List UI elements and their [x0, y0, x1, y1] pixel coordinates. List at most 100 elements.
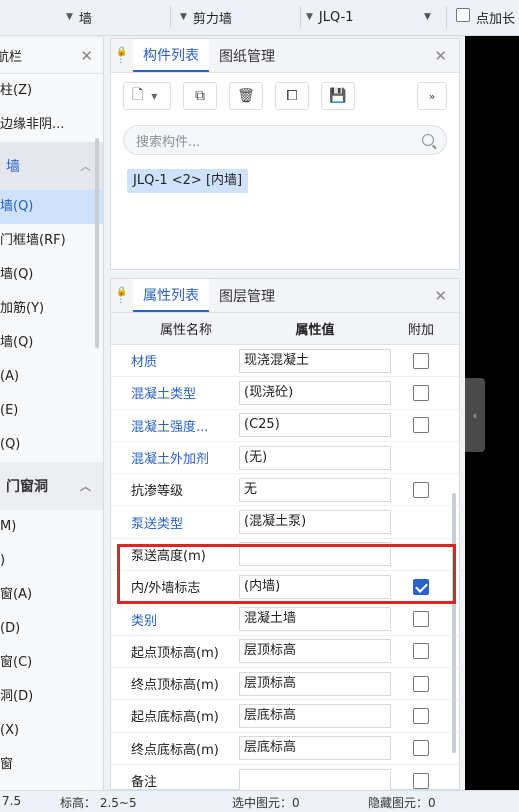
nav-item[interactable]: 加筋(Y): [0, 292, 103, 326]
chevron-up-icon: ︿: [80, 160, 91, 173]
nav-item[interactable]: M): [0, 510, 103, 544]
property-value-input[interactable]: (无): [239, 445, 391, 470]
component-list-panel: 🔒 ⋮ 构件列表 图纸管理 ✕ 🗋 ▼ ⧉ 🗑 ⧠ 💾 » 搜索构件... JLQ…: [110, 38, 460, 270]
property-value-input[interactable]: 层顶标高: [239, 639, 391, 664]
attach-checkbox[interactable]: [413, 772, 429, 789]
nav-item[interactable]: 窗: [0, 748, 103, 782]
component-panel-tabs: 🔒 ⋮ 构件列表 图纸管理 ✕: [111, 39, 459, 73]
search-input[interactable]: 搜索构件...: [123, 125, 447, 155]
attach-checkbox[interactable]: [413, 481, 429, 498]
property-value-input[interactable]: 层底标高: [239, 703, 391, 728]
tab-drawing-management[interactable]: 图纸管理: [209, 39, 285, 72]
component-list-item[interactable]: JLQ-1 <2> [内墙]: [127, 169, 249, 193]
nav-item[interactable]: 墙(Q): [0, 258, 103, 292]
copy-component-button[interactable]: ⧉: [183, 82, 217, 110]
layers-icon: ⧠: [286, 88, 298, 104]
duplicate-layer-button[interactable]: ⧠: [275, 82, 309, 110]
property-value-input[interactable]: 层底标高: [239, 736, 391, 761]
property-name: 终点顶标高(m): [131, 678, 219, 694]
component-select[interactable]: ▼ JLQ-1: [306, 5, 354, 29]
attach-checkbox[interactable]: [413, 675, 429, 692]
attach-checkbox[interactable]: [413, 740, 429, 757]
property-name[interactable]: 混凝土外加剂: [111, 448, 237, 467]
nav-item[interactable]: (A): [0, 360, 103, 394]
property-value-input[interactable]: [239, 542, 391, 567]
nav-item[interactable]: 门框墙(RF): [0, 224, 103, 258]
attach-checkbox[interactable]: [413, 611, 429, 628]
close-icon[interactable]: ✕: [434, 287, 447, 305]
properties-scrollbar[interactable]: [452, 493, 456, 753]
collapse-handle[interactable]: ‹: [465, 378, 485, 452]
table-row: 混凝土强度... (C25): [111, 410, 459, 442]
property-name[interactable]: 类别: [111, 610, 237, 629]
nav-group-door-window[interactable]: 门窗洞 ︿: [0, 462, 103, 510]
nav-item[interactable]: 洞(D): [0, 680, 103, 714]
search-icon: [422, 134, 434, 146]
table-row: 终点底标高(m) 层底标高: [111, 733, 459, 765]
attach-checkbox[interactable]: [413, 384, 429, 401]
property-value-cell: (C25): [237, 413, 391, 438]
nav-item[interactable]: 柱(Z): [0, 74, 103, 108]
property-add-cell: [391, 643, 451, 660]
property-value-cell: 层底标高: [237, 736, 391, 761]
tab-layer-management[interactable]: 图层管理: [209, 279, 285, 312]
property-name[interactable]: 材质: [111, 351, 237, 370]
nav-scrollbar[interactable]: [95, 138, 99, 348]
tab-property-list[interactable]: 属性列表: [133, 279, 209, 312]
property-value-input[interactable]: (现浇砼): [239, 380, 391, 405]
tab-component-list[interactable]: 构件列表: [133, 39, 209, 72]
nav-item[interactable]: (E): [0, 394, 103, 428]
property-value-input[interactable]: (内墙): [239, 574, 391, 599]
point-extend-checkbox[interactable]: [456, 8, 470, 22]
nav-item[interactable]: ): [0, 544, 103, 578]
attach-checkbox[interactable]: [413, 417, 429, 434]
property-name[interactable]: 泵送类型: [111, 513, 237, 532]
point-extend-label: 点加长: [476, 11, 516, 27]
close-icon[interactable]: ✕: [434, 47, 447, 65]
property-value-input[interactable]: 层顶标高: [239, 671, 391, 696]
component-select-caret[interactable]: ▼: [424, 5, 437, 29]
property-value-input[interactable]: 混凝土墙: [239, 607, 391, 632]
nav-header: 航栏 ✕: [0, 38, 103, 74]
nav-item-selected[interactable]: 墙(Q): [0, 190, 103, 224]
nav-group-wall[interactable]: 墙 ︿: [0, 142, 103, 190]
property-value-input[interactable]: 无: [239, 477, 391, 502]
attach-checkbox[interactable]: [413, 578, 429, 595]
attach-checkbox[interactable]: [413, 643, 429, 660]
save-template-button[interactable]: 💾: [321, 82, 355, 110]
property-value-input[interactable]: (混凝土泵): [239, 510, 391, 535]
save-icon: 💾: [329, 88, 347, 104]
nav-item[interactable]: (D): [0, 612, 103, 646]
nav-item[interactable]: 窗(A): [0, 578, 103, 612]
nav-item[interactable]: 边缘非阴...: [0, 108, 103, 142]
property-name: 内/外墙标志: [131, 581, 201, 597]
table-body: 材质 现浇混凝土 混凝土类型 (现浇砼) 混凝土强度... (C25) 混凝土外加剂 (无) 抗…: [111, 345, 459, 798]
more-button[interactable]: »: [417, 82, 447, 110]
property-name[interactable]: 混凝土强度...: [111, 416, 237, 435]
nav-item[interactable]: (X): [0, 714, 103, 748]
left-nav-panel: 航栏 ✕ 柱(Z) 边缘非阴... 墙 ︿ 墙(Q) 门框墙(RF) 墙(Q) …: [0, 38, 104, 790]
drag-handle-icon[interactable]: 🔒 ⋮: [111, 39, 133, 72]
new-component-button[interactable]: 🗋 ▼: [123, 82, 171, 110]
drag-handle-icon[interactable]: 🔒 ⋮: [111, 279, 133, 312]
nav-item[interactable]: (Q): [0, 428, 103, 462]
type-select[interactable]: ▼ 剪力墙: [180, 5, 232, 29]
property-name: 抗渗等级: [131, 484, 184, 500]
property-value-input[interactable]: 现浇混凝土: [239, 348, 391, 373]
delete-component-button[interactable]: 🗑: [229, 82, 263, 110]
property-name: 起点顶标高(m): [131, 645, 219, 661]
chevron-down-icon: ▼: [306, 12, 313, 22]
status-coord: 7.5: [2, 794, 22, 808]
property-value-input[interactable]: [239, 768, 391, 793]
close-icon[interactable]: ✕: [80, 47, 93, 65]
attach-checkbox[interactable]: [413, 352, 429, 369]
table-row: 抗渗等级 无: [111, 474, 459, 507]
nav-item[interactable]: 窗(C): [0, 646, 103, 680]
property-name[interactable]: 混凝土类型: [111, 383, 237, 402]
col-name-header: 属性名称: [159, 323, 212, 338]
category-select[interactable]: ▼ 墙: [66, 5, 92, 29]
table-row: 泵送类型 (混凝土泵): [111, 506, 459, 539]
nav-item[interactable]: 墙(Q): [0, 326, 103, 360]
property-value-input[interactable]: (C25): [239, 413, 391, 438]
attach-checkbox[interactable]: [413, 707, 429, 724]
